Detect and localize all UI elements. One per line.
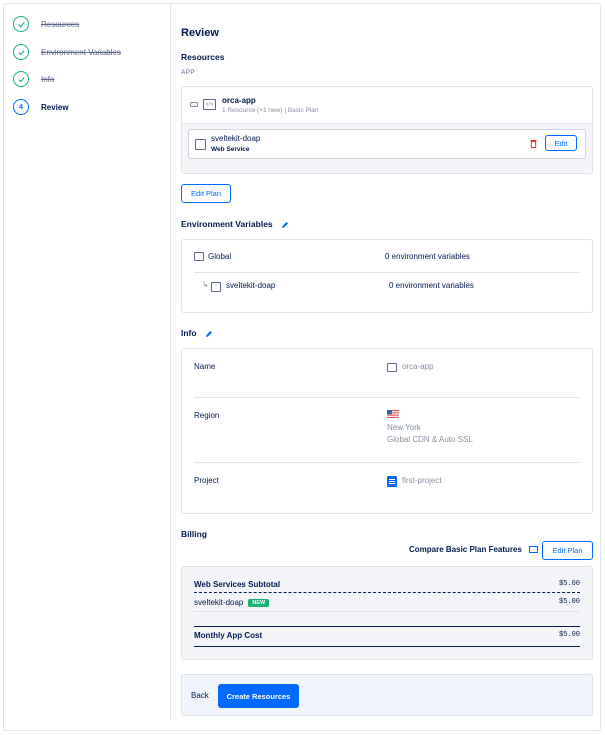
- env-heading-text: Environment Variables: [181, 219, 273, 229]
- steps-sidebar: Resources Environment Variables Info 4 R…: [4, 4, 171, 720]
- pencil-icon[interactable]: [281, 221, 289, 229]
- total-divider: [194, 626, 580, 627]
- compare-plan-link[interactable]: Compare Basic Plan Features: [409, 545, 539, 554]
- compare-plan-text: Compare Basic Plan Features: [409, 545, 522, 554]
- app-meta: 1 Resource (+1 new) | Basic Plan: [222, 107, 319, 114]
- divider: [194, 272, 580, 273]
- page-title: Review: [181, 27, 219, 39]
- billing-item-name: sveltekit-doap: [194, 598, 244, 607]
- step-review: 4 Review: [13, 99, 69, 115]
- info-region-city: New York: [387, 423, 421, 432]
- info-project-label: Project: [194, 476, 219, 485]
- app-card: </> orca-app 1 Resource (+1 new) | Basic…: [181, 86, 593, 174]
- env-component-name: sveltekit-doap: [226, 281, 276, 290]
- env-component-count: 0 environment variables: [389, 281, 474, 290]
- divider: [194, 462, 580, 463]
- component-name-link[interactable]: sveltekit-doap: [211, 134, 260, 143]
- edit-plan-button[interactable]: Edit Plan: [181, 184, 231, 203]
- billing-item: sveltekit-doap NEW: [194, 598, 270, 607]
- info-project-value: first-project: [402, 476, 442, 485]
- back-link[interactable]: Back: [191, 691, 209, 700]
- monthly-cost-label: Monthly App Cost: [194, 631, 263, 640]
- app-icon: [387, 363, 397, 372]
- svg-text:</>: </>: [206, 102, 214, 107]
- info-region-extra: Global CDN & Auto SSL: [387, 435, 473, 444]
- edit-component-button[interactable]: Edit: [545, 135, 577, 151]
- pencil-icon[interactable]: [205, 330, 213, 338]
- step-label: Environment Variables: [41, 47, 121, 57]
- billing-item-value: $5.00: [558, 598, 580, 606]
- step-environment-variables[interactable]: Environment Variables: [13, 44, 121, 60]
- info-name-value: orca-app: [402, 362, 434, 371]
- info-region-label: Region: [194, 411, 220, 420]
- external-link-icon: [529, 546, 539, 554]
- env-heading: Environment Variables: [181, 219, 289, 229]
- info-card: Name orca-app Region New York Global CDN…: [181, 348, 593, 514]
- app-window: Resources Environment Variables Info 4 R…: [3, 3, 601, 731]
- component-row: sveltekit-doap Web Service Edit: [188, 129, 586, 159]
- web-service-icon: [195, 139, 206, 150]
- app-icon: </>: [203, 99, 216, 110]
- sub-arrow-icon: ↳: [202, 280, 209, 289]
- check-icon: [13, 71, 29, 87]
- info-heading: Info: [181, 328, 213, 338]
- project-icon: [387, 476, 397, 487]
- resources-heading: Resources: [181, 52, 225, 62]
- app-caption: APP: [181, 69, 195, 76]
- env-global-count: 0 environment variables: [385, 252, 470, 261]
- subtotal-value: $5.00: [558, 580, 580, 588]
- billing-card: Web Services Subtotal $5.00 sveltekit-do…: [181, 566, 593, 660]
- env-card: Global 0 environment variables ↳ sveltek…: [181, 239, 593, 313]
- create-resources-button[interactable]: Create Resources: [218, 684, 299, 708]
- trash-icon[interactable]: [530, 139, 537, 148]
- footer-actions: Back Create Resources: [181, 674, 593, 716]
- step-label: Resources: [41, 19, 80, 29]
- us-flag-icon: [387, 410, 399, 418]
- new-badge: NEW: [248, 598, 270, 607]
- monthly-cost-value: $5.00: [558, 631, 580, 639]
- step-label: Info: [41, 74, 55, 84]
- subtotal-label: Web Services Subtotal: [194, 580, 281, 589]
- env-global-label: Global: [208, 252, 232, 261]
- dashed-divider: [194, 592, 580, 593]
- component-area: sveltekit-doap Web Service Edit: [182, 123, 592, 173]
- step-number: 4: [13, 99, 29, 115]
- divider: [194, 611, 580, 612]
- component-type: Web Service: [211, 146, 250, 153]
- step-label: Review: [41, 102, 69, 112]
- global-icon: [194, 252, 204, 261]
- check-icon: [13, 16, 29, 32]
- step-info[interactable]: Info: [13, 71, 54, 87]
- info-name-label: Name: [194, 362, 216, 371]
- app-name: orca-app: [222, 96, 256, 105]
- billing-heading: Billing: [181, 529, 207, 539]
- web-service-icon: [211, 282, 221, 292]
- total-divider-bottom: [194, 646, 580, 647]
- step-resources[interactable]: Resources: [13, 16, 79, 32]
- billing-edit-plan-button[interactable]: Edit Plan: [542, 541, 593, 560]
- collapse-icon[interactable]: [190, 102, 198, 107]
- info-heading-text: Info: [181, 328, 197, 338]
- divider: [194, 397, 580, 398]
- check-icon: [13, 44, 29, 60]
